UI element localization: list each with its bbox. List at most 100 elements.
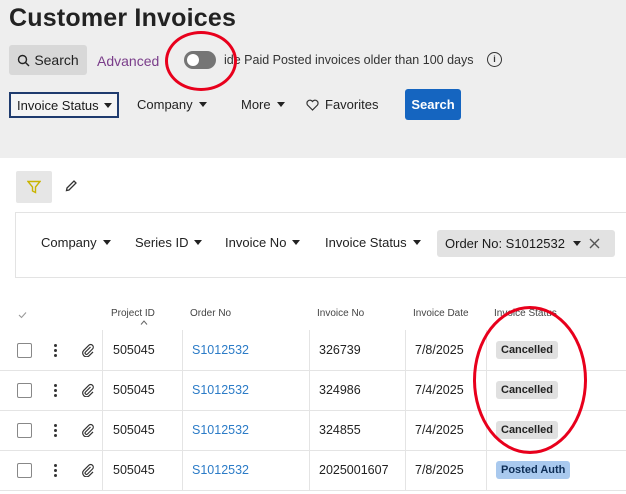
order-no-link[interactable]: S1012532	[192, 450, 249, 490]
select-all-check-icon[interactable]	[18, 311, 27, 319]
column-divider	[182, 330, 183, 370]
chevron-down-icon[interactable]	[572, 241, 581, 246]
row-checkbox-cell[interactable]	[17, 370, 32, 410]
project-id-cell: 505045	[113, 343, 155, 357]
info-icon[interactable]: i	[487, 52, 502, 67]
chevron-down-icon	[103, 102, 112, 108]
column-divider	[102, 410, 103, 450]
column-divider	[182, 450, 183, 490]
invoice-no-cell: 2025001607	[319, 463, 389, 477]
invoice-no-cell: 326739	[319, 343, 361, 357]
invoice-no-cell: 324986	[319, 383, 361, 397]
advanced-link[interactable]: Advanced	[97, 53, 159, 69]
heart-icon	[306, 99, 319, 111]
company-chip[interactable]: Company	[41, 235, 111, 250]
row-checkbox-cell[interactable]	[17, 410, 32, 450]
project-id-cell: 505045	[113, 383, 155, 397]
invoice-status-cell: Posted Auth	[496, 450, 571, 490]
attachment-button[interactable]	[81, 410, 95, 450]
chevron-down-icon	[194, 240, 203, 245]
row-checkbox[interactable]	[17, 382, 32, 398]
column-divider	[182, 370, 183, 410]
invoice-status-chip[interactable]: Invoice Status	[325, 235, 421, 250]
more-filter-label: More	[241, 97, 271, 112]
column-divider	[405, 450, 406, 490]
row-menu-button[interactable]	[54, 370, 57, 410]
pencil-icon	[65, 180, 77, 192]
company-filter[interactable]: Company	[137, 97, 207, 112]
invoice-no-chip[interactable]: Invoice No	[225, 235, 301, 250]
invoice-date-cell: 7/8/2025	[415, 343, 464, 357]
search-button[interactable]: Search	[9, 45, 87, 75]
row-menu-button[interactable]	[54, 410, 57, 450]
paperclip-icon	[82, 343, 94, 357]
order-no-link[interactable]: S1012532	[192, 410, 249, 450]
row-checkbox-cell[interactable]	[17, 450, 32, 490]
status-badge: Posted Auth	[496, 461, 571, 479]
column-header-project-id[interactable]: Project ID	[111, 308, 155, 319]
sort-ascending-icon[interactable]	[140, 320, 148, 325]
series-id-chip-label: Series ID	[135, 235, 189, 250]
chevron-down-icon	[102, 240, 111, 245]
attachment-button[interactable]	[81, 330, 95, 370]
chevron-down-icon	[276, 102, 285, 107]
edit-button[interactable]	[64, 179, 78, 198]
invoice-no-cell: 324855	[319, 423, 361, 437]
series-id-chip[interactable]: Series ID	[135, 235, 203, 250]
invoice-status-filter[interactable]: Invoice Status	[9, 92, 119, 118]
paperclip-icon	[82, 463, 94, 477]
column-divider	[102, 330, 103, 370]
close-icon[interactable]	[589, 238, 600, 249]
table-row[interactable]: 505045 S1012532 2025001607 7/8/2025 Posted A…	[0, 450, 626, 491]
column-divider	[182, 410, 183, 450]
row-checkbox-cell[interactable]	[17, 330, 32, 370]
column-divider	[309, 450, 310, 490]
column-divider	[405, 370, 406, 410]
annotation-circle	[473, 306, 587, 454]
favorites-label: Favorites	[325, 97, 379, 112]
more-vertical-icon	[54, 383, 57, 397]
invoice-date-cell: 7/4/2025	[415, 423, 464, 437]
column-divider	[309, 370, 310, 410]
more-filter[interactable]: More	[241, 97, 285, 112]
search-button-label: Search	[34, 52, 79, 68]
filter-toggle-button[interactable]	[16, 171, 52, 203]
chevron-down-icon	[198, 102, 207, 107]
column-divider	[309, 410, 310, 450]
more-vertical-icon	[54, 343, 57, 357]
row-checkbox[interactable]	[17, 422, 32, 438]
column-divider	[405, 330, 406, 370]
order-no-link[interactable]: S1012532	[192, 370, 249, 410]
project-id-cell: 505045	[113, 463, 155, 477]
column-divider	[486, 450, 487, 490]
company-chip-label: Company	[41, 235, 97, 250]
chevron-down-icon	[412, 240, 421, 245]
more-vertical-icon	[54, 423, 57, 437]
paperclip-icon	[82, 423, 94, 437]
apply-search-button[interactable]: Search	[405, 89, 461, 120]
page-title: Customer Invoices	[9, 4, 237, 32]
row-checkbox[interactable]	[17, 462, 32, 478]
column-divider	[102, 370, 103, 410]
paperclip-icon	[82, 383, 94, 397]
column-divider	[309, 330, 310, 370]
column-header-invoice-date[interactable]: Invoice Date	[413, 308, 469, 319]
column-header-order-no[interactable]: Order No	[190, 308, 231, 319]
invoice-no-chip-label: Invoice No	[225, 235, 287, 250]
column-divider	[102, 450, 103, 490]
invoice-date-cell: 7/4/2025	[415, 383, 464, 397]
row-checkbox[interactable]	[17, 342, 32, 358]
project-id-cell: 505045	[113, 423, 155, 437]
attachment-button[interactable]	[81, 450, 95, 490]
column-divider	[405, 410, 406, 450]
attachment-button[interactable]	[81, 370, 95, 410]
column-header-invoice-no[interactable]: Invoice No	[317, 308, 364, 319]
row-menu-button[interactable]	[54, 330, 57, 370]
chevron-down-icon	[292, 240, 301, 245]
order-no-chip[interactable]: Order No: S1012532	[437, 230, 615, 257]
order-no-link[interactable]: S1012532	[192, 330, 249, 370]
company-filter-label: Company	[137, 97, 193, 112]
order-no-chip-label: Order No: S1012532	[445, 236, 565, 251]
favorites-button[interactable]: Favorites	[306, 97, 378, 112]
row-menu-button[interactable]	[54, 450, 57, 490]
